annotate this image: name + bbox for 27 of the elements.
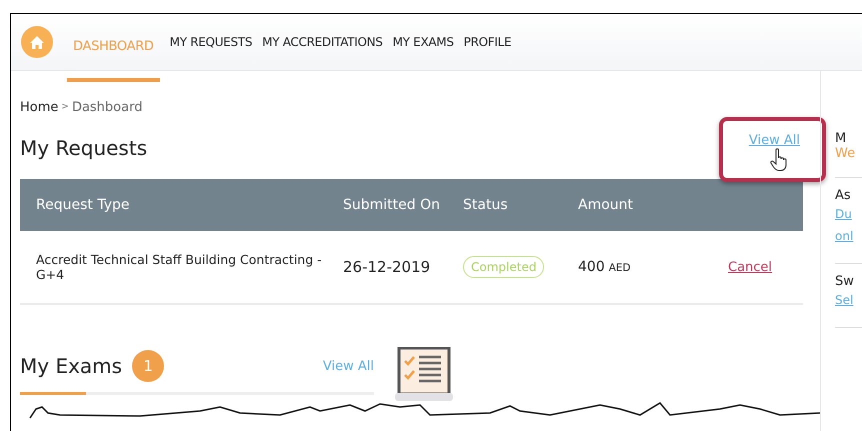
- table-cell-text: 26-12-2019: [343, 258, 432, 276]
- breadcrumb-separator: >: [61, 102, 69, 112]
- checklist-icon: [395, 347, 455, 403]
- sidebar-title: As: [835, 188, 852, 203]
- nav-tab[interactable]: MY ACCREDITATIONS: [262, 14, 383, 70]
- sidebar-title: Sw: [835, 274, 855, 289]
- breadcrumb-link[interactable]: Home: [20, 100, 58, 114]
- column-header: Submitted On: [343, 197, 441, 213]
- nav-tab[interactable]: MY REQUESTS: [170, 14, 252, 70]
- table-cell-text: Accredit Technical Staff Building Contracting -G+4: [35, 252, 323, 282]
- breadcrumb-current: Dashboard: [72, 100, 142, 114]
- cancel-link[interactable]: Cancel: [728, 260, 772, 274]
- count-badge: 1: [132, 350, 164, 382]
- section-title: My Requests: [20, 136, 148, 160]
- column-header: Amount: [578, 197, 634, 213]
- home-button[interactable]: [21, 26, 53, 58]
- column-header: Status: [463, 197, 509, 213]
- sidebar-text: We: [835, 146, 856, 161]
- nav-tab[interactable]: PROFILE: [464, 14, 512, 70]
- amount-text: 400: [578, 259, 605, 275]
- column-header: Request Type: [35, 197, 130, 213]
- currency-text: AED: [608, 262, 631, 274]
- home-icon: [29, 34, 45, 50]
- status-badge: Completed: [463, 256, 544, 278]
- sidebar-title: M: [835, 131, 848, 146]
- nav-tab[interactable]: MY EXAMS: [392, 14, 454, 70]
- section-title: My Exams: [20, 354, 122, 378]
